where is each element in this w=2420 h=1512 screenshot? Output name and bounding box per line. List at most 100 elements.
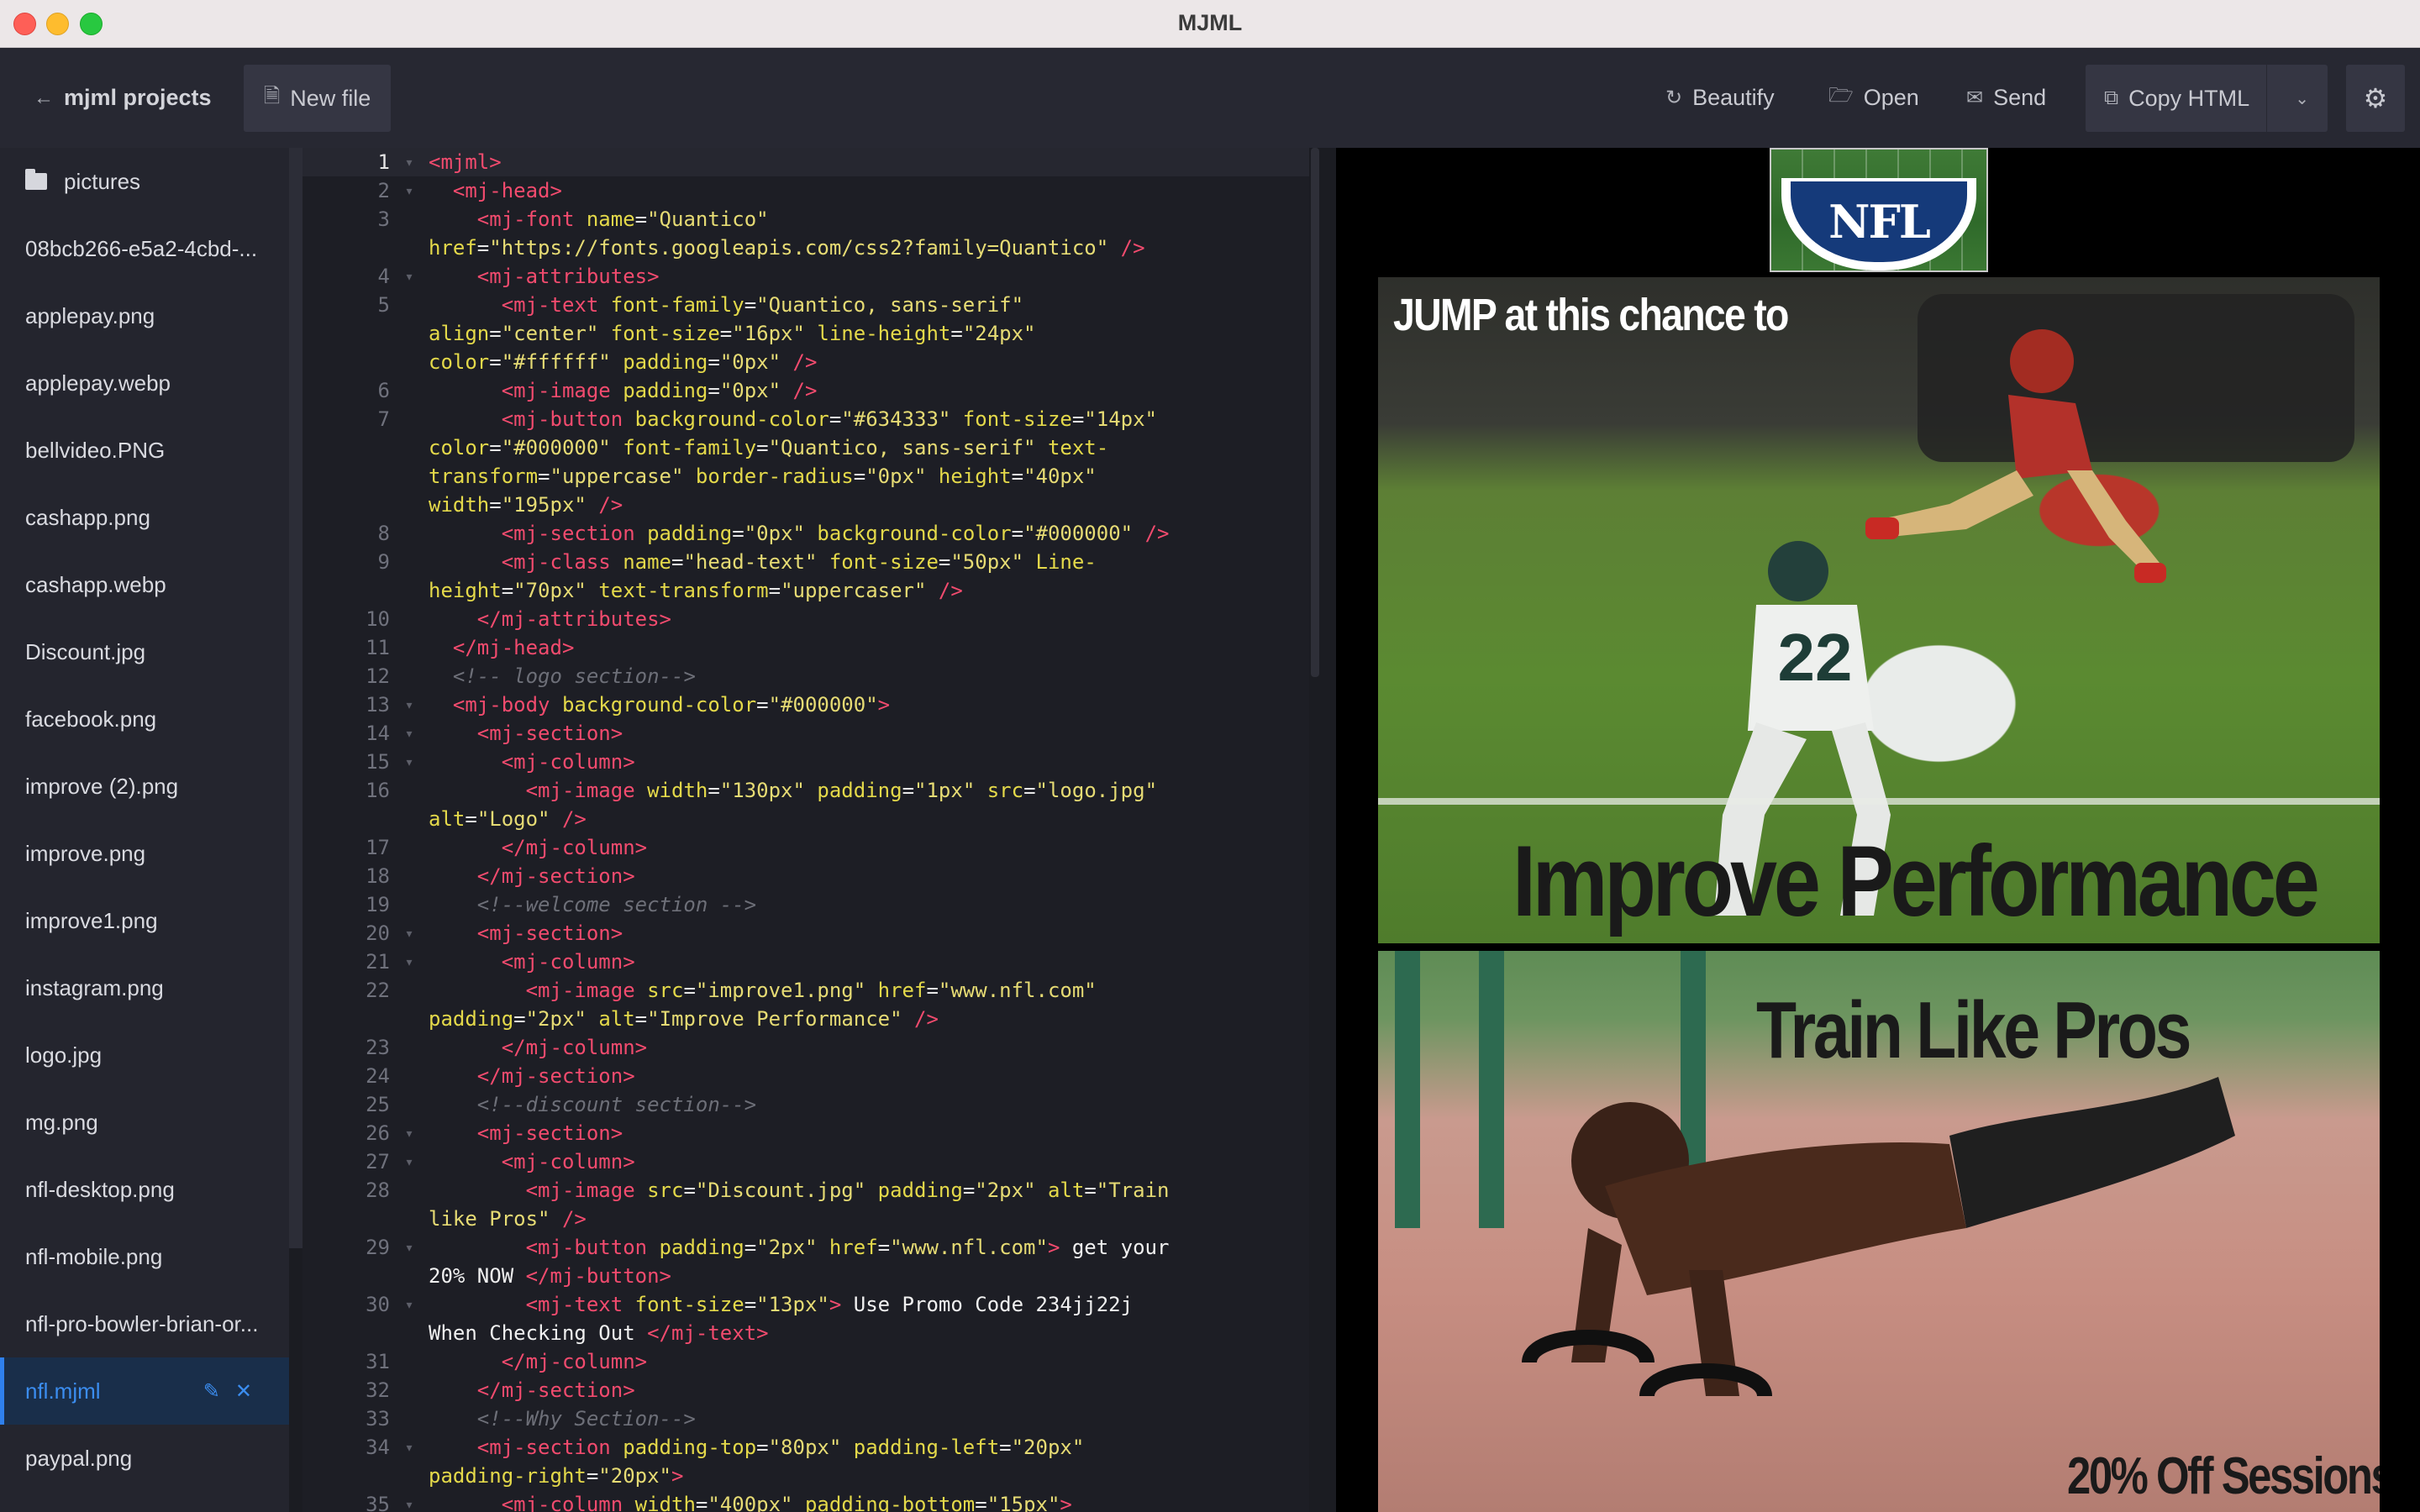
fold-arrow-icon[interactable]: ▾ <box>390 748 429 776</box>
code-line[interactable]: 8 <mj-section padding="0px" background-c… <box>302 519 1309 548</box>
code-line[interactable]: 3 <mj-font name="Quantico" href="https:/… <box>302 205 1309 262</box>
code-line[interactable]: 6 <mj-image padding="0px" /> <box>302 376 1309 405</box>
fold-arrow-icon[interactable]: ▾ <box>390 1147 429 1176</box>
line-number: 33 <box>366 1407 390 1431</box>
code-line[interactable]: 27 ▾ <mj-column> <box>302 1147 1309 1176</box>
sidebar-file[interactable]: cashapp.webp <box>0 551 289 618</box>
fold-arrow-icon[interactable]: ▾ <box>390 690 429 719</box>
code-line[interactable]: 7 <mj-button background-color="#634333" … <box>302 405 1309 519</box>
code-line[interactable]: 28 <mj-image src="Discount.jpg" padding=… <box>302 1176 1309 1233</box>
file-sidebar: pictures 08bcb266-e5a2-4cbd-... applepay.p… <box>0 148 289 1512</box>
sidebar-file[interactable]: bellvideo.PNG <box>0 417 289 484</box>
code-text: <mj-body background-color="#000000"> <box>452 693 891 717</box>
fold-arrow-icon[interactable]: ▾ <box>390 148 429 176</box>
beautify-button[interactable]: ↻ Beautify <box>1665 48 1775 148</box>
code-line[interactable]: 11 </mj-head> <box>302 633 1309 662</box>
code-line[interactable]: 26 ▾ <mj-section> <box>302 1119 1309 1147</box>
fold-arrow-icon[interactable]: ▾ <box>390 1290 429 1347</box>
sidebar-file[interactable]: Discount.jpg <box>0 618 289 685</box>
code-line[interactable]: 33 <!--Why Section--> <box>302 1404 1309 1433</box>
fold-arrow-icon[interactable]: ▾ <box>390 1233 429 1290</box>
sidebar-file[interactable]: nfl-desktop.png <box>0 1156 289 1223</box>
file-list: pictures 08bcb266-e5a2-4cbd-... applepay.p… <box>0 148 289 1492</box>
code-line[interactable]: 35 ▾ <mj-column width="400px" padding-bot… <box>302 1490 1309 1512</box>
code-text: <mj-font name="Quantico" href="https://f… <box>429 207 1145 260</box>
sidebar-file[interactable]: applepay.webp <box>0 349 289 417</box>
code-line[interactable]: 29 ▾ <mj-button padding="2px" href="www.n… <box>302 1233 1309 1290</box>
code-line[interactable]: 20 ▾ <mj-section> <box>302 919 1309 948</box>
fold-arrow-icon[interactable]: ▾ <box>390 176 429 205</box>
copy-html-button[interactable]: ⧉ Copy HTML ⌄ <box>2086 65 2328 132</box>
close-icon[interactable]: ✕ <box>235 1380 267 1403</box>
code-line[interactable]: 14 ▾ <mj-section> <box>302 719 1309 748</box>
fold-arrow-icon[interactable]: ▾ <box>390 719 429 748</box>
code-line[interactable]: 34 ▾ <mj-section padding-top="80px" paddi… <box>302 1433 1309 1490</box>
code-line[interactable]: 32 </mj-section> <box>302 1376 1309 1404</box>
code-line[interactable]: 12 <!-- logo section--> <box>302 662 1309 690</box>
sidebar-file[interactable]: 08bcb266-e5a2-4cbd-... <box>0 215 289 282</box>
code-text: <mj-head> <box>452 179 562 202</box>
sidebar-file[interactable]: logo.jpg <box>0 1021 289 1089</box>
sidebar-scrollbar[interactable] <box>289 148 302 1248</box>
discount-text: 20% Off Sessions <box>2067 1447 2380 1505</box>
code-editor[interactable]: 1 ▾ <mjml> 2 ▾ <mj-head> 3 <mj-font name="Qua… <box>302 148 1309 1512</box>
fold-arrow-icon[interactable]: ▾ <box>390 262 429 291</box>
code-line[interactable]: 30 ▾ <mj-text font-size="13px"> Use Promo… <box>302 1290 1309 1347</box>
sidebar-file[interactable]: improve.png <box>0 820 289 887</box>
sidebar-file[interactable]: nfl-mobile.png <box>0 1223 289 1290</box>
code-line[interactable]: 9 <mj-class name="head-text" font-size="… <box>302 548 1309 605</box>
code-line[interactable]: 25 <!--discount section--> <box>302 1090 1309 1119</box>
code-line[interactable]: 4 ▾ <mj-attributes> <box>302 262 1309 291</box>
sidebar-item-label: 08bcb266-e5a2-4cbd-... <box>25 235 258 261</box>
sidebar-file[interactable]: improve1.png <box>0 887 289 954</box>
improve-performance-image[interactable]: 22 JUMP at this chance to Improve Perfor… <box>1378 277 2380 943</box>
chevron-down-icon[interactable]: ⌄ <box>2295 88 2309 109</box>
code-line[interactable]: 16 <mj-image width="130px" padding="1px"… <box>302 776 1309 833</box>
back-to-projects-button[interactable]: ← mjml projects <box>34 48 212 148</box>
pushup-athlete-figure <box>1522 1077 2235 1399</box>
code-line[interactable]: 31 </mj-column> <box>302 1347 1309 1376</box>
sidebar-file[interactable]: nfl.mjml ✎✕ <box>0 1357 289 1425</box>
open-button[interactable]: 🗁 Open <box>1828 48 1919 148</box>
sidebar-file[interactable]: nfl-pro-bowler-brian-or... <box>0 1290 289 1357</box>
window-titlebar: MJML <box>0 0 2420 48</box>
fold-arrow-icon[interactable]: ▾ <box>390 948 429 976</box>
sidebar-folder[interactable]: pictures <box>0 148 289 215</box>
sidebar-file[interactable]: improve (2).png <box>0 753 289 820</box>
fold-arrow-icon[interactable]: ▾ <box>390 1119 429 1147</box>
code-line[interactable]: 1 ▾ <mjml> <box>302 148 1309 176</box>
new-file-button[interactable]: 🗎 New file <box>244 65 392 132</box>
sidebar-file[interactable]: instagram.png <box>0 954 289 1021</box>
sidebar-file[interactable]: mg.png <box>0 1089 289 1156</box>
editor-scrollbar[interactable] <box>1311 148 1319 677</box>
code-line[interactable]: 10 </mj-attributes> <box>302 605 1309 633</box>
fold-arrow-icon[interactable]: ▾ <box>390 1490 429 1512</box>
fold-arrow-icon[interactable]: ▾ <box>390 1433 429 1490</box>
code-line[interactable]: 5 <mj-text font-family="Quantico, sans-s… <box>302 291 1309 376</box>
code-line[interactable]: 19 <!--welcome section --> <box>302 890 1309 919</box>
send-button[interactable]: ✉ Send <box>1966 48 2046 148</box>
line-number: 35 <box>366 1493 390 1512</box>
sidebar-file[interactable]: applepay.png <box>0 282 289 349</box>
train-like-pros-image[interactable]: Train Like Pros 20% Off Sessions <box>1378 951 2380 1512</box>
line-number: 9 <box>377 550 390 574</box>
fold-arrow-icon[interactable]: ▾ <box>390 919 429 948</box>
sidebar-file[interactable]: paypal.png <box>0 1425 289 1492</box>
code-line[interactable]: 18 </mj-section> <box>302 862 1309 890</box>
code-line[interactable]: 15 ▾ <mj-column> <box>302 748 1309 776</box>
code-line[interactable]: 21 ▾ <mj-column> <box>302 948 1309 976</box>
settings-button[interactable]: ⚙ <box>2346 65 2405 132</box>
code-line[interactable]: 2 ▾ <mj-head> <box>302 176 1309 205</box>
code-text: </mj-head> <box>452 636 575 659</box>
pencil-icon[interactable]: ✎ <box>203 1380 235 1403</box>
sidebar-file[interactable]: cashapp.png <box>0 484 289 551</box>
code-line[interactable]: 23 </mj-column> <box>302 1033 1309 1062</box>
code-line[interactable]: 13 ▾ <mj-body background-color="#000000"> <box>302 690 1309 719</box>
code-line[interactable]: 22 <mj-image src="improve1.png" href="ww… <box>302 976 1309 1033</box>
sidebar-file[interactable]: facebook.png <box>0 685 289 753</box>
code-line[interactable]: 17 </mj-column> <box>302 833 1309 862</box>
code-line[interactable]: 24 </mj-section> <box>302 1062 1309 1090</box>
